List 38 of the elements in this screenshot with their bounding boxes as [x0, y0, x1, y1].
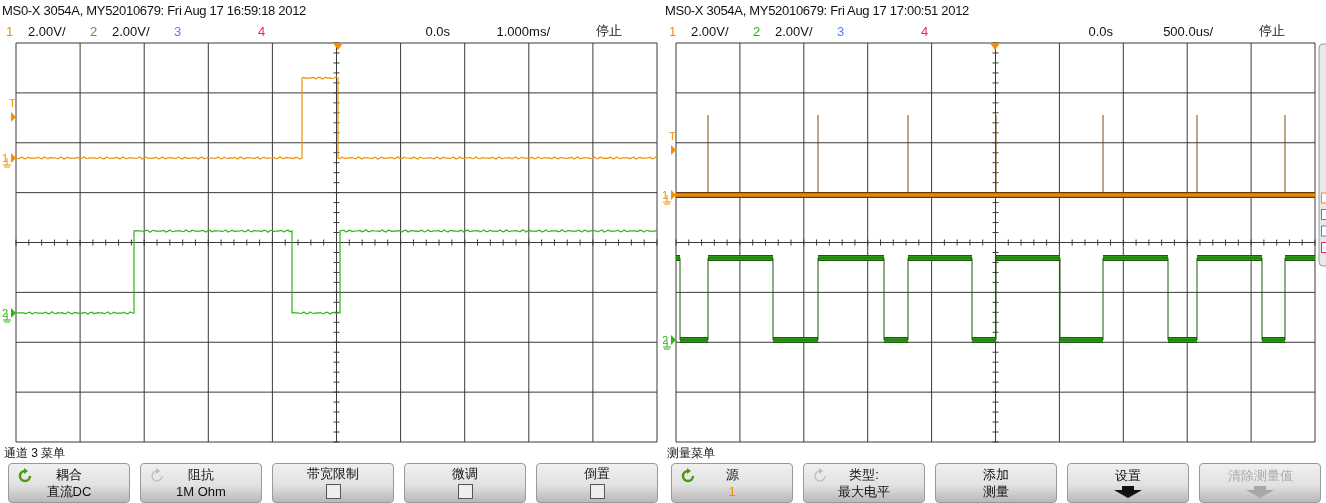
menu-title: 测量菜单	[666, 445, 716, 462]
trigger-position-icon	[990, 43, 1000, 50]
time-offset: 0.0s	[1087, 23, 1113, 39]
softkey-button[interactable]: 类型: 最大电平	[803, 463, 925, 503]
channel-number: 2	[90, 23, 99, 39]
softkey-button[interactable]: 倒置	[536, 463, 658, 503]
channel-number: 4	[921, 23, 930, 39]
channel-scale: 2.00V/	[691, 23, 729, 39]
channel-scale: 2.00V/	[112, 23, 150, 39]
scope-title: MS0-X 3054A, MY52010679: Fri Aug 17 17:00:51 2012	[664, 2, 971, 20]
menu-title: 通道 3 菜单	[3, 445, 67, 462]
softkey-button[interactable]: 微调	[404, 463, 526, 503]
softkey-button[interactable]: 添加 测量	[935, 463, 1057, 503]
scope-title: MS0-X 3054A, MY52010679: Fri Aug 17 16:59:18 2012	[1, 2, 308, 20]
channel-number: 1	[669, 23, 678, 39]
checkbox[interactable]	[325, 484, 341, 499]
softkey-button[interactable]: 设置	[1067, 463, 1189, 503]
down-arrow-icon	[1246, 485, 1274, 498]
channel-number: 3	[837, 23, 846, 39]
softkey-button[interactable]: 源 1	[671, 463, 793, 503]
channel-number: 3	[174, 23, 183, 39]
channel-number: 1	[6, 23, 15, 39]
softkey-button[interactable]: 阻抗 1M Ohm	[140, 463, 262, 503]
checkbox[interactable]	[589, 484, 605, 499]
channel-scale: 2.00V/	[28, 23, 66, 39]
time-scale: 1.000ms/	[495, 23, 550, 39]
time-offset: 0.0s	[424, 23, 450, 39]
channel-number: 4	[258, 23, 267, 39]
down-arrow-icon	[1114, 485, 1142, 498]
time-scale: 500.0us/	[1162, 23, 1213, 39]
softkey-button[interactable]: 带宽限制	[272, 463, 394, 503]
run-status: 停止	[596, 22, 622, 40]
trigger-position-icon	[333, 43, 343, 50]
channel-scale: 2.00V/	[775, 23, 813, 39]
softkey-button[interactable]: 耦合 直流DC	[8, 463, 130, 503]
checkbox[interactable]	[457, 484, 473, 499]
run-status: 停止	[1259, 22, 1285, 40]
channel-number: 2	[753, 23, 762, 39]
